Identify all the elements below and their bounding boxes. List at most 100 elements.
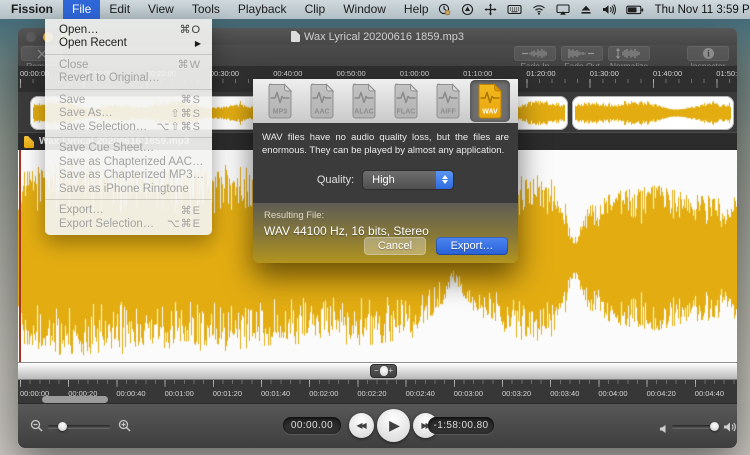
- play-button[interactable]: ▶: [377, 409, 410, 442]
- rewind-button[interactable]: ◀◀: [349, 413, 374, 438]
- battery-icon[interactable]: [626, 5, 644, 15]
- menu-item-save-as-chapterized-aac[interactable]: Save as Chapterized AAC…: [45, 155, 212, 169]
- menu-item-label: Export…: [59, 204, 181, 216]
- airplay-icon[interactable]: [556, 4, 570, 15]
- menu-item-save-as-iphone-ringtone[interactable]: Save as iPhone Ringtone: [45, 182, 212, 196]
- ruler-time-label: 00:03:00: [454, 389, 483, 398]
- zoom-out-icon[interactable]: [30, 419, 44, 438]
- resulting-file-value: WAV 44100 Hz, 16 bits, Stereo: [264, 224, 507, 238]
- menu-separator: [45, 137, 212, 138]
- eject-icon[interactable]: [580, 4, 592, 15]
- ruler-time-label: 01:20:00: [526, 69, 555, 78]
- ruler-time-label: 00:04:40: [695, 389, 724, 398]
- format-wav[interactable]: WAV: [470, 80, 510, 122]
- overview-clip-2[interactable]: [572, 96, 734, 130]
- zoom-knob[interactable]: [380, 366, 388, 376]
- zoom-in-mini-icon[interactable]: +: [388, 367, 393, 375]
- menu-item-export-selection[interactable]: Export Selection…⌥⌘E: [45, 217, 212, 231]
- menu-item-close[interactable]: Close⌘W: [45, 58, 212, 72]
- track-file-icon: [24, 136, 34, 148]
- zoom-out-mini-icon[interactable]: −: [374, 367, 379, 375]
- window-title: Wax Lyrical 20200616 1859.mp3: [291, 31, 464, 43]
- menu-item-save-selection[interactable]: Save Selection…⌥⇧⌘S: [45, 120, 212, 134]
- menu-bar: Fission FileEditViewToolsPlaybackClipWin…: [0, 0, 750, 19]
- menu-item-export[interactable]: Export…⌘E: [45, 204, 212, 218]
- quality-popup[interactable]: High: [362, 170, 454, 190]
- menu-item-save-as-chapterized-mp3[interactable]: Save as Chapterized MP3…: [45, 169, 212, 183]
- window-title-text: Wax Lyrical 20200616 1859.mp3: [304, 31, 464, 43]
- format-alac[interactable]: ALAC: [344, 80, 384, 122]
- stepper-arrows-icon[interactable]: [436, 171, 453, 189]
- menu-item-label: Save as Chapterized MP3…: [59, 169, 204, 181]
- volume-icon[interactable]: [602, 4, 616, 15]
- menubar-menu-help[interactable]: Help: [395, 0, 438, 19]
- play-icon: ▶: [389, 417, 400, 434]
- ruler-time-label: 01:30:00: [590, 69, 619, 78]
- menu-item-save-as[interactable]: Save As…⇧⌘S: [45, 107, 212, 121]
- svg-text:WAV: WAV: [482, 109, 498, 116]
- upload-circle-icon[interactable]: [461, 3, 474, 16]
- wifi-icon[interactable]: [532, 4, 546, 15]
- menu-item-shortcut: ⌘E: [181, 204, 201, 217]
- menu-separator: [45, 89, 212, 90]
- world-clock-icon[interactable]: [438, 3, 451, 16]
- menu-item-shortcut: ⌥⇧⌘S: [157, 120, 201, 133]
- format-mp3[interactable]: MP3: [260, 80, 300, 122]
- ruler-time-label: 00:03:40: [550, 389, 579, 398]
- format-flac[interactable]: FLAC: [386, 80, 426, 122]
- format-aiff[interactable]: AIFF: [428, 80, 468, 122]
- transport-bar: 00:00.00 ◀◀ ▶ ▶▶ -1:58:00.80: [18, 403, 737, 448]
- menu-item-shortcut: ⇧⌘S: [170, 107, 201, 120]
- menu-item-shortcut: ⌘W: [178, 58, 201, 71]
- format-aac[interactable]: AAC: [302, 80, 342, 122]
- menu-item-save[interactable]: Save⌘S: [45, 93, 212, 107]
- bottom-time-ruler[interactable]: 00:00:0000:00:2000:00:4000:01:0000:01:20…: [18, 380, 737, 403]
- ruler-time-label: 00:03:20: [502, 389, 531, 398]
- menu-item-save-cue-sheet[interactable]: Save Cue Sheet…: [45, 142, 212, 156]
- export-button[interactable]: Export…: [436, 237, 508, 255]
- menu-separator: [45, 199, 212, 200]
- elapsed-time-display: 00:00.00: [283, 417, 341, 434]
- menu-item-label: Export Selection…: [59, 218, 167, 230]
- scrollbar-thumb[interactable]: [42, 396, 108, 403]
- svg-text:AIFF: AIFF: [440, 109, 456, 116]
- volume-slider-knob[interactable]: [710, 422, 719, 431]
- ruler-time-label: 00:30:00: [210, 69, 239, 78]
- menubar-menu-tools[interactable]: Tools: [183, 0, 229, 19]
- close-window-icon[interactable]: [26, 32, 36, 42]
- menu-item-open-recent[interactable]: Open Recent▶: [45, 37, 212, 51]
- rewind-icon: ◀◀: [356, 421, 364, 430]
- zoom-strip: − +: [18, 362, 737, 380]
- submenu-arrow-icon: ▶: [195, 39, 201, 48]
- svg-text:MP3: MP3: [273, 109, 288, 116]
- zoom-slider-knob[interactable]: [58, 422, 67, 431]
- playhead[interactable]: [19, 150, 21, 362]
- desktop: Wax Lyrical 20200616 1859.mp3 Remove Fad…: [0, 0, 750, 455]
- menu-item-open[interactable]: Open…⌘O: [45, 23, 212, 37]
- ruler-time-label: 00:01:20: [213, 389, 242, 398]
- menubar-menu-playback[interactable]: Playback: [229, 0, 296, 19]
- menubar-menu-edit[interactable]: Edit: [100, 0, 139, 19]
- menu-separator: [45, 54, 212, 55]
- menubar-menu-view[interactable]: View: [139, 0, 183, 19]
- ruler-time-label: 00:02:20: [357, 389, 386, 398]
- ruler-time-label: 01:00:00: [400, 69, 429, 78]
- menubar-clock[interactable]: Thu Nov 11 3:59 PM: [655, 4, 750, 16]
- cancel-button[interactable]: Cancel: [364, 237, 426, 255]
- menu-item-label: Save as Chapterized AAC…: [59, 156, 203, 168]
- remaining-time-display: -1:58:00.80: [428, 417, 494, 434]
- move-icon[interactable]: [484, 3, 497, 16]
- ruler-time-label: 00:02:40: [406, 389, 435, 398]
- menubar-menu-window[interactable]: Window: [334, 0, 395, 19]
- fade-out-icon: [561, 46, 603, 61]
- zoom-in-icon[interactable]: [118, 419, 132, 438]
- menu-item-label: Save Selection…: [59, 121, 157, 133]
- menubar-menu-clip[interactable]: Clip: [296, 0, 335, 19]
- keyboard-icon[interactable]: [507, 4, 522, 15]
- sheet-footer: Resulting File: WAV 44100 Hz, 16 bits, S…: [253, 203, 518, 263]
- menubar-menu-file[interactable]: File: [63, 0, 100, 19]
- menubar-app-name[interactable]: Fission: [0, 0, 63, 19]
- menu-item-revert-to-original[interactable]: Revert to Original…: [45, 72, 212, 86]
- zoom-control[interactable]: − +: [370, 364, 397, 378]
- ruler-time-label: 00:01:40: [261, 389, 290, 398]
